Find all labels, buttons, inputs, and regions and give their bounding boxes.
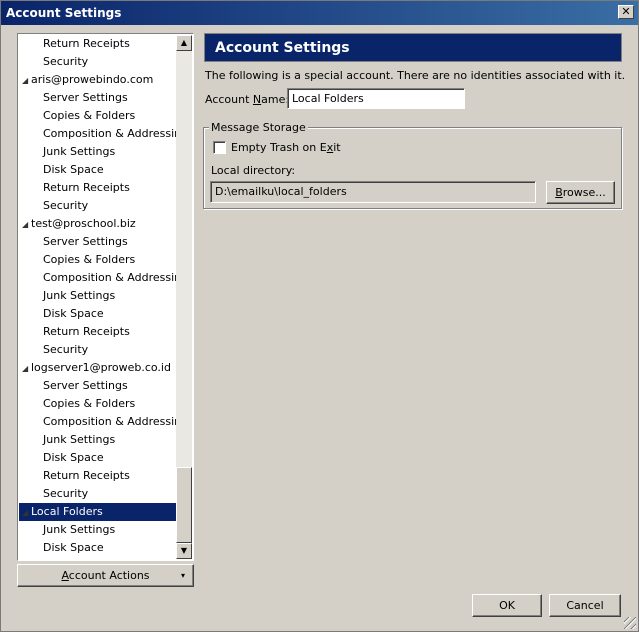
tree-item[interactable]: Disk Space	[19, 305, 177, 323]
account-name-input[interactable]: Local Folders	[287, 88, 465, 109]
message-storage-legend: Message Storage	[209, 121, 308, 134]
expand-icon[interactable]: ◢	[22, 72, 31, 90]
account-tree: Return Receipts Security ◢ aris@prowebindo.…	[17, 33, 194, 561]
tree-item[interactable]: Disk Space	[19, 161, 177, 179]
tree-item-label: Junk Settings	[43, 145, 116, 158]
tree-item[interactable]: Copies & Folders	[19, 395, 177, 413]
tree-item-label: Copies & Folders	[43, 253, 136, 266]
tree-item-label: Server Settings	[43, 91, 128, 104]
tree-item[interactable]: Server Settings	[19, 377, 177, 395]
empty-trash-label[interactable]: Empty Trash on Exit	[231, 141, 341, 154]
tree-account-row[interactable]: ◢ aris@prowebindo.com	[19, 71, 177, 89]
scroll-down-button[interactable]: ▼	[176, 543, 192, 559]
dropdown-arrow-icon: ▾	[180, 571, 185, 580]
tree-item-label: Security	[43, 199, 89, 212]
info-text: The following is a special account. Ther…	[205, 69, 626, 82]
local-directory-label: Local directory:	[211, 164, 296, 177]
tree-item[interactable]: Return Receipts	[19, 179, 177, 197]
tree-item[interactable]: Copies & Folders	[19, 251, 177, 269]
scroll-up-button[interactable]: ▲	[176, 35, 192, 51]
tree-item-label: Disk Space	[43, 541, 104, 554]
account-settings-window: Account Settings ✕ Return Receipts Securi…	[0, 0, 639, 632]
scroll-up-icon: ▲	[180, 38, 188, 47]
tree-item-label: Local Folders	[31, 505, 103, 518]
tree-item[interactable]: Security	[19, 53, 177, 71]
tree-item[interactable]: Security	[19, 341, 177, 359]
tree-item[interactable]: Junk Settings	[19, 431, 177, 449]
tree-item-label: Security	[43, 487, 89, 500]
tree-item-label: Return Receipts	[43, 325, 130, 338]
close-icon: ✕	[621, 5, 631, 18]
tree-item[interactable]: Junk Settings	[19, 287, 177, 305]
close-button[interactable]: ✕	[618, 5, 634, 19]
account-actions-button[interactable]: Account Actions ▾	[17, 564, 194, 587]
tree-item-label: Junk Settings	[43, 433, 116, 446]
browse-button[interactable]: Browse...	[546, 181, 615, 204]
tree-item-label: Composition & Addressing	[43, 415, 177, 428]
tree-item[interactable]: Return Receipts	[19, 467, 177, 485]
tree-item-label: Security	[43, 343, 89, 356]
local-directory-field[interactable]: D:\emailku\local_folders	[210, 181, 536, 203]
tree-item[interactable]: Disk Space	[19, 449, 177, 467]
tree-item[interactable]: Return Receipts	[19, 323, 177, 341]
account-actions-label: Account Actions	[61, 569, 150, 582]
tree-item-label: Copies & Folders	[43, 109, 136, 122]
window-title: Account Settings	[6, 6, 122, 20]
tree-item-label: Security	[43, 55, 89, 68]
tree-item[interactable]: Junk Settings	[19, 143, 177, 161]
tree-item[interactable]: Disk Space	[19, 539, 177, 557]
scroll-down-icon: ▼	[180, 546, 188, 555]
panel-header: Account Settings	[204, 33, 622, 62]
expand-icon[interactable]: ◢	[22, 216, 31, 234]
tree-item-label: Return Receipts	[43, 181, 130, 194]
tree-item[interactable]: Security	[19, 485, 177, 503]
tree-item[interactable]: Return Receipts	[19, 35, 177, 53]
tree-item-label: aris@prowebindo.com	[31, 73, 154, 86]
tree-account-row[interactable]: ◢ logserver1@proweb.co.id	[19, 359, 177, 377]
tree-item-label: Server Settings	[43, 235, 128, 248]
cancel-button[interactable]: Cancel	[549, 594, 621, 617]
scroll-thumb[interactable]	[176, 467, 192, 543]
tree-item[interactable]: Server Settings	[19, 233, 177, 251]
account-tree-list: Return Receipts Security ◢ aris@prowebindo.…	[19, 35, 177, 559]
tree-account-row[interactable]: ◢ Local Folders	[19, 503, 177, 521]
tree-item[interactable]: Composition & Addressing	[19, 413, 177, 431]
tree-item-label: Return Receipts	[43, 469, 130, 482]
expand-icon[interactable]: ◢	[22, 504, 31, 522]
tree-item-label: Composition & Addressing	[43, 127, 177, 140]
tree-item-label: Junk Settings	[43, 289, 116, 302]
tree-item[interactable]: Security	[19, 197, 177, 215]
ok-button[interactable]: OK	[472, 594, 542, 617]
empty-trash-checkbox[interactable]	[213, 141, 226, 154]
tree-item[interactable]: Copies & Folders	[19, 107, 177, 125]
tree-item-label: Composition & Addressing	[43, 271, 177, 284]
tree-scrollbar[interactable]: ▲ ▼	[176, 35, 192, 559]
tree-item-label: Server Settings	[43, 379, 128, 392]
title-bar: Account Settings ✕	[1, 1, 638, 25]
resize-grip[interactable]	[624, 617, 636, 629]
tree-item[interactable]: Server Settings	[19, 89, 177, 107]
tree-item-label: Copies & Folders	[43, 397, 136, 410]
tree-account-row[interactable]: ◢ test@proschool.biz	[19, 215, 177, 233]
tree-item[interactable]: Composition & Addressing	[19, 269, 177, 287]
tree-item-label: Disk Space	[43, 307, 104, 320]
tree-item-label: Junk Settings	[43, 523, 116, 536]
tree-item[interactable]: Composition & Addressing	[19, 125, 177, 143]
account-name-label: Account Name:	[205, 93, 290, 106]
tree-item[interactable]: Junk Settings	[19, 521, 177, 539]
expand-icon[interactable]: ◢	[22, 360, 31, 378]
tree-item-label: Return Receipts	[43, 37, 130, 50]
tree-item-label: Disk Space	[43, 451, 104, 464]
tree-item-label: test@proschool.biz	[31, 217, 136, 230]
tree-item-label: logserver1@proweb.co.id	[31, 361, 171, 374]
tree-item-label: Disk Space	[43, 163, 104, 176]
